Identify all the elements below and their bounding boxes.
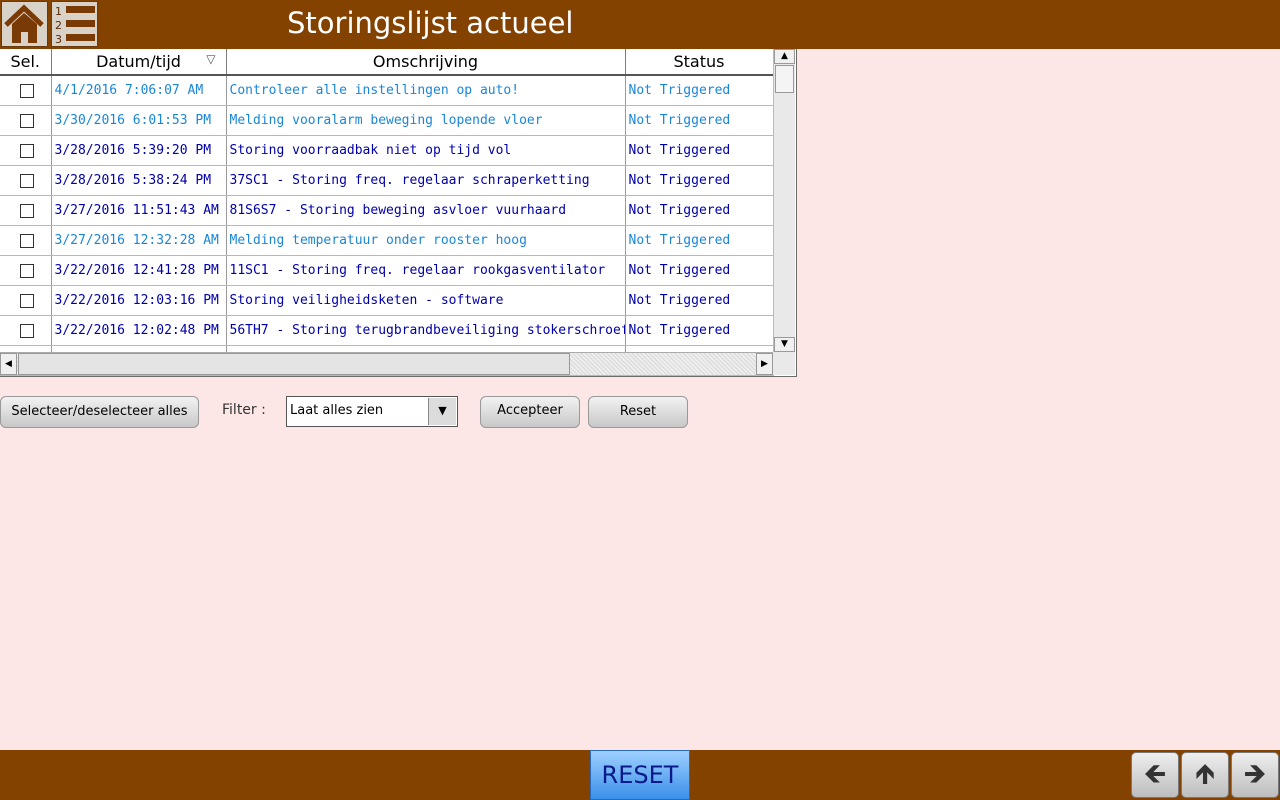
alarm-list-button[interactable]: 1 2 3 <box>51 1 98 47</box>
row-status: Not Triggered <box>625 255 774 286</box>
filter-label: Filter : <box>222 402 266 418</box>
row-select-cell <box>0 255 52 286</box>
arrow-right-icon: 🡺 <box>1243 757 1267 790</box>
row-select-cell <box>0 285 52 316</box>
svg-text:1: 1 <box>55 5 62 18</box>
scroll-left-arrow-icon[interactable]: ◀ <box>0 353 17 375</box>
home-button[interactable] <box>1 1 48 47</box>
row-status: Not Triggered <box>625 105 774 136</box>
table-row[interactable]: 3/22/2016 12:41:28 PM 11SC1 - Storing fre… <box>0 255 774 286</box>
row-select-cell <box>0 75 52 106</box>
table-row[interactable]: 3/22/2016 12:03:16 PM Storing veiligheids… <box>0 285 774 316</box>
row-status: Not Triggered <box>625 135 774 166</box>
row-datetime: 3/27/2016 12:32:28 AM <box>51 225 227 256</box>
filter-dropdown-value: Laat alles zien <box>290 403 384 418</box>
reset-all-button[interactable]: RESET <box>590 750 690 800</box>
row-status: Not Triggered <box>625 75 774 106</box>
row-select-cell <box>0 195 52 226</box>
row-description: 37SC1 - Storing freq. regelaar schraperk… <box>226 165 626 196</box>
sort-descending-icon: ▽ <box>206 52 216 66</box>
row-description: Storing veiligheidsketen - software <box>226 285 626 316</box>
top-bar: 1 2 3 Storingslijst actueel <box>0 0 1280 49</box>
filter-dropdown[interactable]: Laat alles zien ▼ <box>286 396 458 427</box>
row-status: Not Triggered <box>625 225 774 256</box>
row-description: Controleer alle instellingen op auto! <box>226 75 626 106</box>
arrow-up-icon: 🡹 <box>1194 757 1216 790</box>
row-select-cell <box>0 225 52 256</box>
row-checkbox[interactable] <box>19 113 34 128</box>
row-description: 11SC1 - Storing freq. regelaar rookgasve… <box>226 255 626 286</box>
reset-button[interactable]: Reset <box>588 396 688 428</box>
row-datetime: 3/28/2016 5:39:20 PM <box>51 135 227 166</box>
numbered-list-icon: 1 2 3 <box>55 5 95 46</box>
row-select-cell <box>0 135 52 166</box>
table-row[interactable]: 3/27/2016 12:32:28 AM Melding temperatuur… <box>0 225 774 256</box>
horizontal-scroll-thumb[interactable] <box>18 353 570 375</box>
page-title: Storingslijst actueel <box>287 6 574 40</box>
column-header-status[interactable]: Status <box>625 49 774 76</box>
row-status: Not Triggered <box>625 315 774 346</box>
row-description: Melding vooralarm beweging lopende vloer <box>226 105 626 136</box>
column-header-datetime-label: Datum/tijd <box>96 52 181 71</box>
chevron-down-icon[interactable]: ▼ <box>428 398 456 425</box>
scroll-up-arrow-icon[interactable]: ▲ <box>774 49 795 64</box>
accept-button[interactable]: Accepteer <box>480 396 580 428</box>
svg-text:3: 3 <box>55 33 62 46</box>
row-datetime: 3/30/2016 6:01:53 PM <box>51 105 227 136</box>
vertical-scroll-thumb[interactable] <box>775 65 794 93</box>
row-description: 81S6S7 - Storing beweging asvloer vuurha… <box>226 195 626 226</box>
row-checkbox[interactable] <box>19 173 34 188</box>
table-row[interactable]: 3/28/2016 5:39:20 PM Storing voorraadbak … <box>0 135 774 166</box>
up-arrow-button[interactable]: 🡹 <box>1181 752 1229 798</box>
row-datetime: 3/22/2016 12:03:16 PM <box>51 285 227 316</box>
alarm-table: Sel. Datum/tijd ▽ Omschrijving Status 4/… <box>0 49 774 376</box>
column-header-datetime[interactable]: Datum/tijd ▽ <box>51 49 227 76</box>
row-checkbox[interactable] <box>19 233 34 248</box>
row-status: Not Triggered <box>625 165 774 196</box>
column-header-description[interactable]: Omschrijving <box>226 49 626 76</box>
scrollbar-corner <box>773 352 795 375</box>
row-checkbox[interactable] <box>19 263 34 278</box>
row-datetime: 3/22/2016 12:02:48 PM <box>51 315 227 346</box>
row-datetime: 4/1/2016 7:06:07 AM <box>51 75 227 106</box>
select-all-button[interactable]: Selecteer/deselecteer alles <box>0 396 199 428</box>
table-row[interactable]: 3/22/2016 12:02:48 PM 56TH7 - Storing ter… <box>0 315 774 346</box>
svg-text:2: 2 <box>55 19 62 32</box>
row-select-cell <box>0 165 52 196</box>
row-checkbox[interactable] <box>19 203 34 218</box>
home-icon <box>4 4 44 43</box>
scroll-right-arrow-icon[interactable]: ▶ <box>756 353 773 375</box>
alarm-grid: Sel. Datum/tijd ▽ Omschrijving Status 4/… <box>0 49 797 377</box>
row-checkbox[interactable] <box>19 293 34 308</box>
vertical-scrollbar[interactable]: ▲ ▼ <box>773 49 795 352</box>
table-row[interactable]: 3/30/2016 6:01:53 PM Melding vooralarm be… <box>0 105 774 136</box>
horizontal-scrollbar[interactable]: ◀ ▶ <box>0 352 773 375</box>
row-datetime: 3/27/2016 11:51:43 AM <box>51 195 227 226</box>
arrow-left-icon: 🡸 <box>1143 757 1167 790</box>
row-checkbox[interactable] <box>19 83 34 98</box>
row-description: Storing voorraadbak niet op tijd vol <box>226 135 626 166</box>
row-description: 56TH7 - Storing terugbrandbeveiliging st… <box>226 315 626 346</box>
forward-arrow-button[interactable]: 🡺 <box>1231 752 1279 798</box>
row-datetime: 3/28/2016 5:38:24 PM <box>51 165 227 196</box>
table-row[interactable]: 3/27/2016 11:51:43 AM 81S6S7 - Storing be… <box>0 195 774 226</box>
row-description: Melding temperatuur onder rooster hoog <box>226 225 626 256</box>
row-datetime: 3/22/2016 12:41:28 PM <box>51 255 227 286</box>
back-arrow-button[interactable]: 🡸 <box>1131 752 1179 798</box>
row-checkbox[interactable] <box>19 323 34 338</box>
column-header-select[interactable]: Sel. <box>0 49 52 76</box>
row-status: Not Triggered <box>625 195 774 226</box>
scroll-down-arrow-icon[interactable]: ▼ <box>774 337 795 352</box>
table-row[interactable]: 4/1/2016 7:06:07 AM Controleer alle inste… <box>0 75 774 106</box>
row-select-cell <box>0 105 52 136</box>
row-status: Not Triggered <box>625 285 774 316</box>
table-row[interactable]: 3/28/2016 5:38:24 PM 37SC1 - Storing freq… <box>0 165 774 196</box>
row-checkbox[interactable] <box>19 143 34 158</box>
row-select-cell <box>0 315 52 346</box>
